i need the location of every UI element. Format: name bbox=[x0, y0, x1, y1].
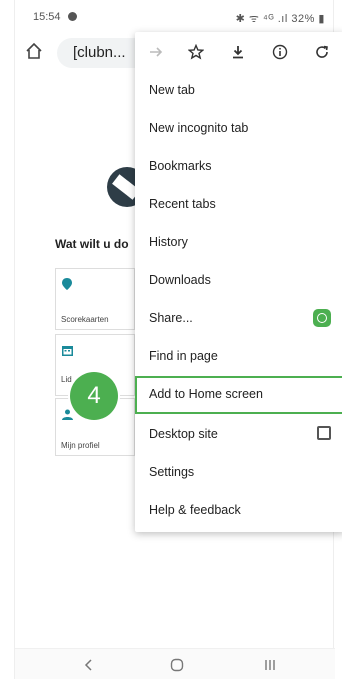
download-icon[interactable] bbox=[227, 41, 249, 63]
home-nav-icon[interactable] bbox=[167, 655, 187, 675]
menu-item-share[interactable]: Share... bbox=[135, 300, 342, 338]
page-heading: Wat wilt u do bbox=[55, 237, 129, 251]
desktop-site-checkbox[interactable] bbox=[317, 426, 331, 440]
card-scorekaarten[interactable]: Scorekaarten bbox=[55, 268, 135, 330]
menu-item-settings[interactable]: Settings bbox=[135, 454, 342, 492]
menu-item-find-in-page[interactable]: Find in page bbox=[135, 338, 342, 376]
menu-item-new-incognito-tab[interactable]: New incognito tab bbox=[135, 110, 342, 148]
recents-icon[interactable] bbox=[260, 655, 280, 675]
pin-icon bbox=[62, 277, 72, 295]
menu-item-history[interactable]: History bbox=[135, 224, 342, 262]
forward-icon[interactable] bbox=[145, 41, 167, 63]
menu-item-add-to-home-screen[interactable]: Add to Home screen bbox=[135, 376, 342, 414]
calendar-icon bbox=[62, 343, 73, 361]
star-icon[interactable] bbox=[185, 41, 207, 63]
whatsapp-icon[interactable] bbox=[313, 309, 331, 327]
phone-screen: 15:54 ✱ ᯤ ⁴ᴳ .ıl 32% ▮ [clubn... Wat wil… bbox=[14, 0, 342, 679]
back-icon[interactable] bbox=[79, 655, 99, 675]
menu-item-new-tab[interactable]: New tab bbox=[135, 72, 342, 110]
home-icon[interactable] bbox=[25, 42, 43, 60]
overflow-menu: New tab New incognito tab Bookmarks Rece… bbox=[135, 32, 342, 532]
card-label: Scorekaarten bbox=[61, 315, 109, 324]
menu-item-desktop-site[interactable]: Desktop site bbox=[135, 416, 342, 454]
step-number-badge: 4 bbox=[70, 372, 118, 420]
status-icons: ✱ ᯤ ⁴ᴳ .ıl 32% ▮ bbox=[235, 13, 325, 25]
refresh-icon[interactable] bbox=[311, 41, 333, 63]
menu-item-help-feedback[interactable]: Help & feedback bbox=[135, 492, 342, 530]
card-label: Mijn profiel bbox=[61, 441, 100, 450]
menu-item-downloads[interactable]: Downloads bbox=[135, 262, 342, 300]
menu-icon-row bbox=[135, 32, 342, 72]
menu-item-label: Desktop site bbox=[149, 427, 218, 441]
menu-item-bookmarks[interactable]: Bookmarks bbox=[135, 148, 342, 186]
status-time: 15:54 bbox=[33, 11, 61, 23]
card-label: Lid bbox=[61, 375, 72, 384]
menu-item-label: Share... bbox=[149, 311, 193, 325]
status-bar: 15:54 ✱ ᯤ ⁴ᴳ .ıl 32% ▮ bbox=[15, 0, 335, 30]
menu-item-recent-tabs[interactable]: Recent tabs bbox=[135, 186, 342, 224]
info-icon[interactable] bbox=[269, 41, 291, 63]
notification-icon bbox=[68, 12, 77, 21]
person-icon bbox=[62, 407, 73, 425]
navigation-bar bbox=[15, 648, 335, 679]
